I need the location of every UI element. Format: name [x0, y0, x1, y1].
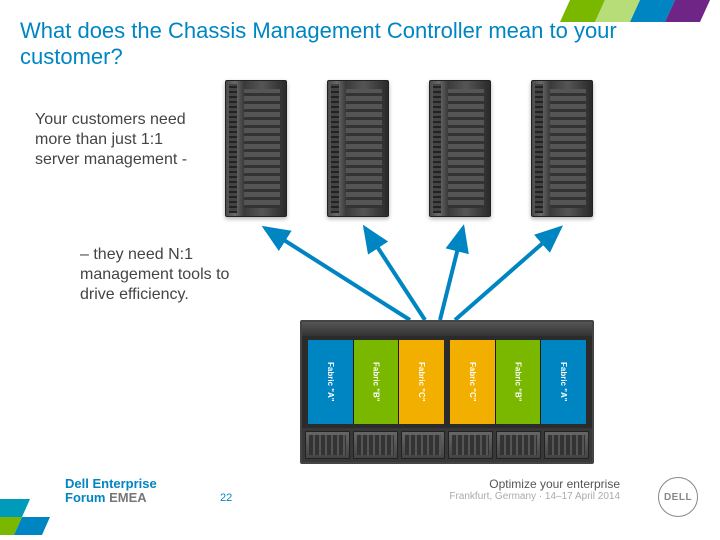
fabric-label: Fabric "C" — [399, 340, 444, 424]
footer-left: Dell Enterprise Forum EMEA — [65, 477, 157, 506]
footer-brand-line1: Dell Enterprise — [65, 477, 157, 491]
blade-server-icon — [225, 80, 287, 217]
chassis-bay: Fabric "A" Fabric "B" Fabric "C" — [308, 340, 444, 424]
page-number: 22 — [220, 492, 232, 504]
drive-bay-icon — [544, 431, 589, 459]
server-row — [225, 80, 593, 217]
slide: What does the Chassis Management Control… — [0, 0, 720, 540]
slide-title: What does the Chassis Management Control… — [20, 18, 630, 71]
blade-server-icon — [429, 80, 491, 217]
chassis-icon: Fabric "A" Fabric "B" Fabric "C" Fabric … — [300, 320, 594, 464]
chassis-bay: Fabric "C" Fabric "B" Fabric "A" — [450, 340, 586, 424]
drive-bay-icon — [305, 431, 350, 459]
footer-tagline: Optimize your enterprise — [449, 477, 620, 491]
arrows-icon — [225, 220, 605, 330]
chassis-drive-row — [302, 428, 592, 462]
fabric-label: Fabric "C" — [450, 340, 495, 424]
body-text-secondary: – they need N:1 management tools to driv… — [80, 245, 230, 305]
drive-bay-icon — [353, 431, 398, 459]
fabric-label: Fabric "A" — [308, 340, 353, 424]
fabric-label: Fabric "B" — [496, 340, 541, 424]
footer-brand-line2: Forum EMEA — [65, 491, 157, 505]
chassis-bays: Fabric "A" Fabric "B" Fabric "C" Fabric … — [302, 336, 592, 428]
dell-logo-icon: DELL — [658, 477, 698, 517]
footer-right: Optimize your enterprise Frankfurt, Germ… — [449, 477, 620, 503]
drive-bay-icon — [448, 431, 493, 459]
footer-event-info: Frankfurt, Germany · 14–17 April 2014 — [449, 491, 620, 503]
fabric-label: Fabric "A" — [541, 340, 586, 424]
body-text-primary: Your customers need more than just 1:1 s… — [35, 110, 195, 170]
blade-server-icon — [531, 80, 593, 217]
decorative-corner-bottom-left — [0, 475, 60, 540]
chassis-top-panel — [302, 322, 592, 336]
blade-server-icon — [327, 80, 389, 217]
drive-bay-icon — [401, 431, 446, 459]
fabric-label: Fabric "B" — [354, 340, 399, 424]
drive-bay-icon — [496, 431, 541, 459]
